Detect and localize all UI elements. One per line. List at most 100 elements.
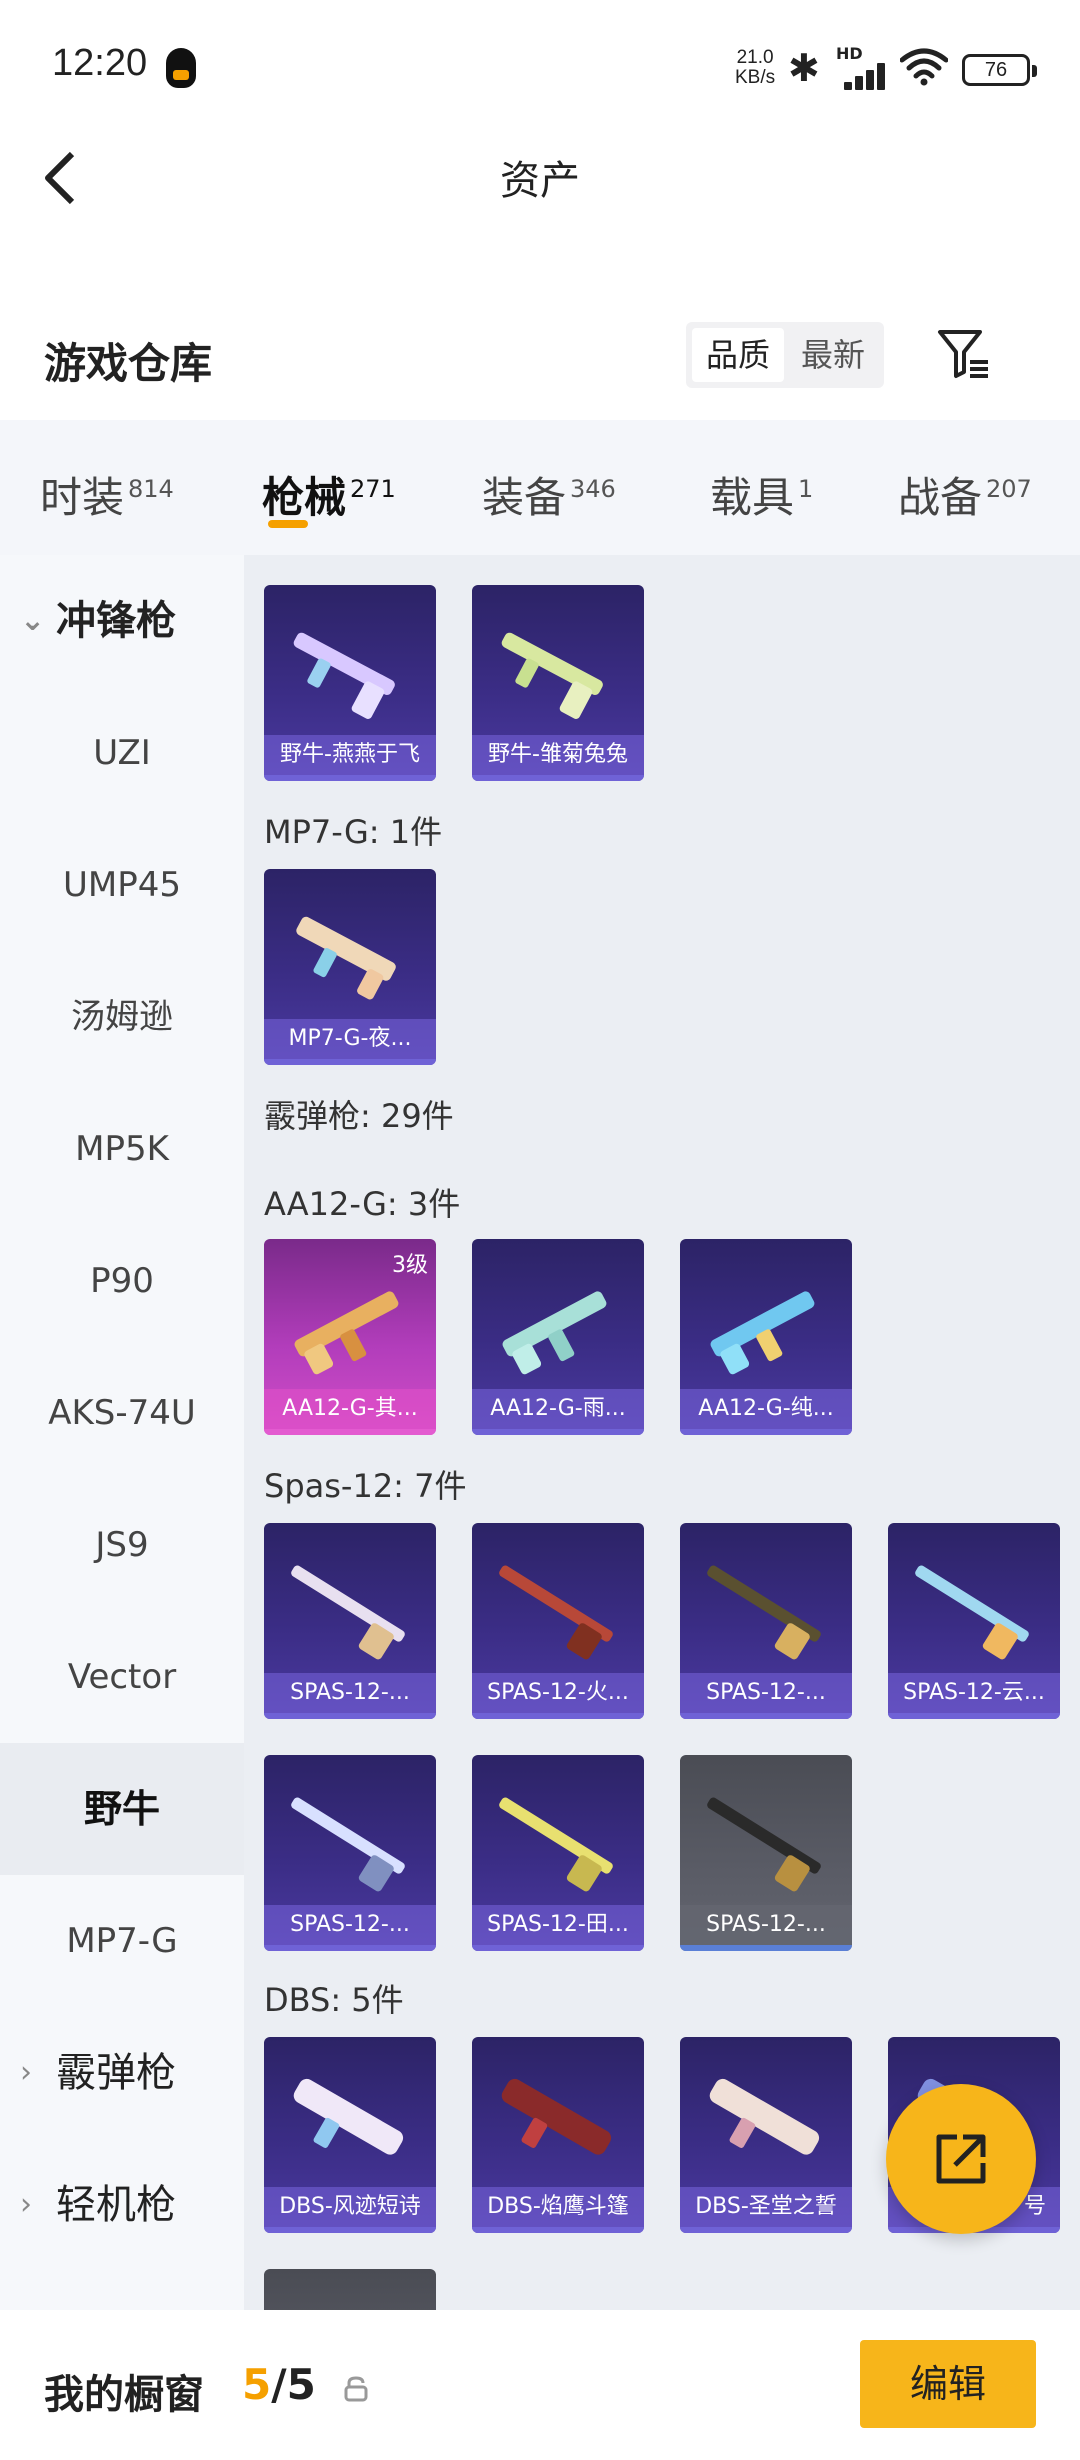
tab-vehicles[interactable]: 载具 1 xyxy=(710,464,813,525)
skin-name: SPAS-12-云... xyxy=(888,1673,1060,1713)
rarity-bar xyxy=(472,2227,644,2233)
battery-icon: 76 xyxy=(962,54,1037,86)
gun-icon xyxy=(709,2078,820,2155)
rarity-bar xyxy=(472,1945,644,1951)
sidebar-item-ump45[interactable]: UMP45 xyxy=(0,819,244,951)
sidebar-item-label: 霰弹枪 xyxy=(56,2050,176,2096)
rarity-bar xyxy=(264,1059,436,1065)
share-icon xyxy=(936,2134,986,2184)
skin-name: AA12-G-其... xyxy=(264,1389,436,1429)
sidebar-item-shotgun[interactable]: › 霰弹枪 xyxy=(0,2007,244,2139)
showcase-bar: 我的橱窗 5/5 编辑 xyxy=(0,2310,1080,2460)
section-title-mp7g: MP7-G: 1件 xyxy=(264,813,443,851)
chevron-right-icon: › xyxy=(20,2055,32,2090)
qq-icon xyxy=(166,48,196,88)
tab-label: 装备 xyxy=(482,473,567,522)
sort-toggle: 品质 最新 xyxy=(686,322,884,388)
skin-card[interactable]: SPAS-12-火... xyxy=(472,1523,644,1719)
rarity-bar xyxy=(680,2227,852,2233)
skin-name: SPAS-12-火... xyxy=(472,1673,644,1713)
skin-card[interactable]: DBS-风迹短诗 xyxy=(264,2037,436,2233)
active-tab-indicator xyxy=(268,520,308,528)
sidebar-item-uzi[interactable]: UZI xyxy=(0,687,244,819)
skin-card[interactable]: SPAS-12-... xyxy=(264,1755,436,1951)
sidebar-item-bison[interactable]: 野牛 xyxy=(0,1743,244,1875)
skin-card[interactable] xyxy=(264,2269,436,2310)
gun-icon xyxy=(915,1565,1029,1660)
showcase-count-current: 5 xyxy=(242,2360,272,2409)
sidebar-item-vector[interactable]: Vector xyxy=(0,1611,244,1743)
showcase-count: 5/5 xyxy=(242,2360,316,2409)
sidebar-item-smg[interactable]: ⌄ 冲锋枪 xyxy=(0,555,244,687)
sidebar-item-mp5k[interactable]: MP5K xyxy=(0,1083,244,1215)
sidebar-item-label: MP5K xyxy=(75,1129,169,1169)
gun-icon xyxy=(502,1291,607,1375)
gun-icon xyxy=(291,1565,405,1660)
share-button[interactable] xyxy=(886,2084,1036,2234)
skin-name: DBS-焰鹰斗篷 xyxy=(472,2187,644,2227)
filter-icon[interactable] xyxy=(936,326,992,382)
chevron-right-icon: › xyxy=(20,2187,32,2222)
gun-icon xyxy=(293,632,395,719)
skin-card[interactable]: SPAS-12-... xyxy=(680,1755,852,1951)
category-tabs: 时装 814 枪械 271 装备 346 载具 1 战备 207 xyxy=(0,420,1080,555)
tab-firearms[interactable]: 枪械 271 xyxy=(262,464,396,525)
gun-icon xyxy=(499,1565,613,1660)
skin-card[interactable]: 野牛-燕燕于飞 xyxy=(264,585,436,781)
sidebar-item-lmg[interactable]: › 轻机枪 xyxy=(0,2139,244,2271)
gun-icon xyxy=(296,916,396,1000)
tab-fashion[interactable]: 时装 814 xyxy=(40,464,174,525)
lock-icon xyxy=(344,2376,368,2402)
sidebar-item-p90[interactable]: P90 xyxy=(0,1215,244,1347)
tab-equipment[interactable]: 装备 346 xyxy=(482,464,616,525)
skin-name: SPAS-12-... xyxy=(264,1673,436,1713)
rarity-bar xyxy=(472,775,644,781)
tab-label: 战备 xyxy=(898,473,983,522)
sidebar-item-mp7g[interactable]: MP7-G xyxy=(0,1875,244,2007)
tab-label: 时装 xyxy=(40,473,125,522)
skin-card[interactable]: SPAS-12-田... xyxy=(472,1755,644,1951)
edit-button[interactable]: 编辑 xyxy=(860,2340,1036,2428)
sidebar-item-label: P90 xyxy=(90,1261,154,1301)
skin-card[interactable]: DBS-焰鹰斗篷 xyxy=(472,2037,644,2233)
skin-card[interactable]: AA12-G-纯... xyxy=(680,1239,852,1435)
rarity-bar xyxy=(680,1429,852,1435)
sort-quality-button[interactable]: 品质 xyxy=(692,328,784,382)
tab-count: 207 xyxy=(986,475,1032,503)
skin-card[interactable]: MP7-G-夜... xyxy=(264,869,436,1065)
tab-label: 载具 xyxy=(710,473,795,522)
sidebar-item-aks74u[interactable]: AKS-74U xyxy=(0,1347,244,1479)
sidebar-item-label: MP7-G xyxy=(66,1921,178,1961)
net-speed: 21.0 KB/s xyxy=(735,48,775,88)
rarity-bar xyxy=(680,1945,852,1951)
hd-indicator: HD xyxy=(836,44,863,63)
sidebar-item-js9[interactable]: JS9 xyxy=(0,1479,244,1611)
sidebar-item-label: 轻机枪 xyxy=(56,2182,176,2228)
skin-name: DBS-风迹短诗 xyxy=(264,2187,436,2227)
skin-name: 野牛-雏菊兔兔 xyxy=(472,735,644,775)
skin-card[interactable]: SPAS-12-... xyxy=(680,1523,852,1719)
sidebar-item-thompson[interactable]: 汤姆逊 xyxy=(0,951,244,1083)
skin-name: SPAS-12-... xyxy=(680,1673,852,1713)
warehouse-title: 游戏仓库 xyxy=(44,339,213,388)
section-title-spas12: Spas-12: 7件 xyxy=(264,1467,467,1505)
skin-card[interactable]: SPAS-12-... xyxy=(264,1523,436,1719)
skin-card[interactable]: SPAS-12-云... xyxy=(888,1523,1060,1719)
skin-card[interactable]: 野牛-雏菊兔兔 xyxy=(472,585,644,781)
rarity-bar xyxy=(888,1713,1060,1719)
tab-count: 346 xyxy=(570,475,616,503)
skin-card[interactable]: DBS-圣堂之誓 xyxy=(680,2037,852,2233)
sidebar-item-label: JS9 xyxy=(95,1525,149,1565)
gun-icon xyxy=(501,2078,612,2155)
tab-supplies[interactable]: 战备 207 xyxy=(898,464,1032,525)
skin-card[interactable]: AA12-G-雨... xyxy=(472,1239,644,1435)
status-bar: 12:20 21.0 KB/s ✱ HD 76 xyxy=(0,0,1080,130)
tab-count: 814 xyxy=(128,475,174,503)
rarity-bar xyxy=(264,2227,436,2233)
rarity-bar xyxy=(472,1429,644,1435)
gun-icon xyxy=(293,2078,404,2155)
sort-newest-button[interactable]: 最新 xyxy=(788,328,878,382)
rarity-bar xyxy=(264,1429,436,1435)
weapon-grid: 野牛-燕燕于飞 野牛-雏菊兔兔 MP7-G: 1件 MP7-G-夜... 霰弹枪… xyxy=(244,555,1080,2310)
skin-card[interactable]: 3级 AA12-G-其... xyxy=(264,1239,436,1435)
